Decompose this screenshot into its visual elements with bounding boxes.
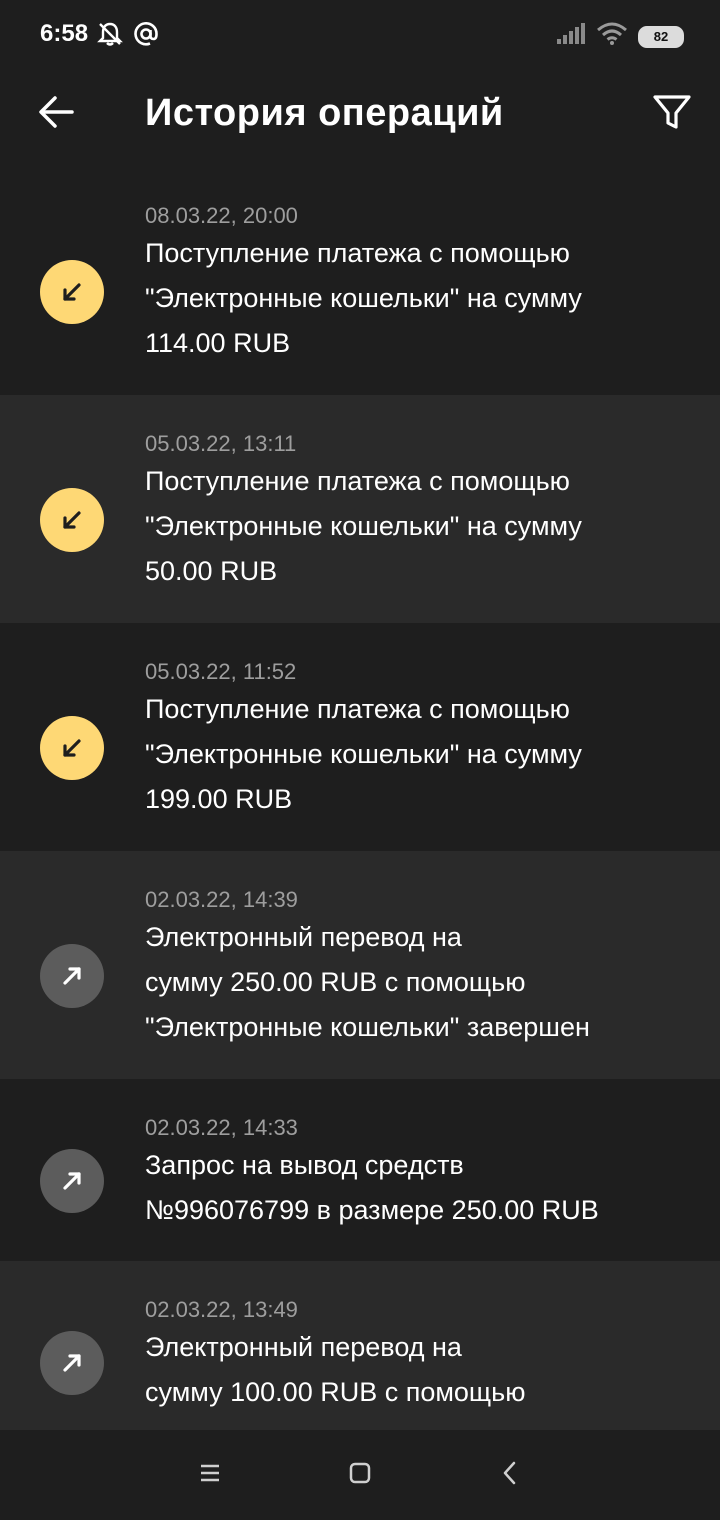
home-button[interactable] bbox=[342, 1458, 378, 1490]
operation-text: 02.03.22, 14:33 Запрос на вывод средств №9… bbox=[145, 1113, 690, 1233]
menu-icon bbox=[192, 1464, 228, 1494]
operation-description-line: Электронный перевод на bbox=[145, 1332, 462, 1362]
at-sign-icon bbox=[132, 20, 160, 53]
operation-description-line: "Электронные кошельки" на сумму bbox=[145, 739, 582, 769]
app-bar: История операций bbox=[0, 70, 720, 160]
arrow-down-left-icon bbox=[40, 487, 104, 552]
operation-description-line: 50.00 RUB bbox=[145, 556, 278, 586]
operation-row[interactable]: 05.03.22, 11:52 Поступление платежа с пом… bbox=[0, 623, 720, 851]
operation-description-line: Поступление платежа с помощью bbox=[145, 694, 570, 724]
nav-back-button[interactable] bbox=[492, 1458, 528, 1490]
arrow-down-left-icon bbox=[40, 715, 104, 780]
operation-description-line: Запрос на вывод средств bbox=[145, 1150, 464, 1180]
operation-date: 05.03.22, 11:52 bbox=[145, 659, 297, 684]
arrow-up-right-icon bbox=[40, 943, 104, 1008]
operation-date: 02.03.22, 14:39 bbox=[145, 887, 298, 912]
operation-description-line: сумму 250.00 RUB с помощью bbox=[145, 967, 526, 997]
operation-date: 05.03.22, 13:11 bbox=[145, 431, 297, 456]
operation-description-line: Поступление платежа с помощью bbox=[145, 238, 570, 268]
operation-date: 08.03.22, 20:00 bbox=[145, 203, 298, 228]
operation-description-line: "Электронные кошельки" на сумму bbox=[145, 283, 582, 313]
operation-description-line: 114.00 RUB bbox=[145, 328, 291, 358]
mute-alarm-icon bbox=[96, 20, 124, 53]
home-icon bbox=[342, 1462, 378, 1494]
operation-description-line: "Электронные кошельки" завершен bbox=[145, 1012, 590, 1042]
operation-description-line: "Электронные кошельки" на сумму bbox=[145, 511, 582, 541]
arrow-left-icon bbox=[36, 96, 76, 136]
operation-description-line: №996076799 в размере 250.00 RUB bbox=[145, 1195, 599, 1225]
operation-description-line: 199.00 RUB bbox=[145, 784, 293, 814]
operation-text: 05.03.22, 11:52 Поступление платежа с пом… bbox=[145, 657, 690, 822]
signal-icon bbox=[556, 23, 586, 50]
status-icons-left bbox=[96, 20, 160, 53]
operation-description-line: Поступление платежа с помощью bbox=[145, 466, 570, 496]
status-bar: 6:58 82 bbox=[0, 0, 720, 70]
operation-row[interactable]: 02.03.22, 14:33 Запрос на вывод средств №9… bbox=[0, 1079, 720, 1261]
operation-description-line: Электронный перевод на bbox=[145, 922, 462, 952]
operation-date: 02.03.22, 13:49 bbox=[145, 1297, 298, 1322]
arrow-up-right-icon bbox=[40, 1149, 104, 1213]
operations-list: 08.03.22, 20:00 Поступление платежа с пом… bbox=[0, 167, 720, 1431]
back-icon bbox=[492, 1461, 528, 1494]
operation-text: 02.03.22, 14:39 Электронный перевод на сум… bbox=[145, 885, 690, 1050]
recent-apps-button[interactable] bbox=[192, 1458, 228, 1490]
status-time: 6:58 bbox=[40, 20, 89, 47]
operation-text: 08.03.22, 20:00 Поступление платежа с пом… bbox=[145, 201, 690, 366]
operation-row[interactable]: 05.03.22, 13:11 Поступление платежа с пом… bbox=[0, 395, 720, 623]
wifi-icon bbox=[596, 22, 628, 51]
operation-text: 05.03.22, 13:11 Поступление платежа с пом… bbox=[145, 429, 690, 594]
filter-button[interactable] bbox=[652, 92, 692, 132]
operation-row[interactable]: 02.03.22, 13:49 Электронный перевод на сум… bbox=[0, 1261, 720, 1431]
page-title: История операций bbox=[145, 92, 504, 134]
navigation-bar bbox=[0, 1430, 720, 1520]
filter-icon bbox=[652, 95, 692, 136]
status-icons-right: 82 bbox=[556, 22, 684, 51]
operation-date: 02.03.22, 14:33 bbox=[145, 1115, 298, 1140]
back-button[interactable] bbox=[36, 92, 76, 132]
battery-indicator: 82 bbox=[638, 25, 684, 48]
battery-level: 82 bbox=[653, 29, 669, 44]
arrow-up-right-icon bbox=[40, 1331, 104, 1395]
operation-text: 02.03.22, 13:49 Электронный перевод на сум… bbox=[145, 1295, 690, 1415]
operation-description-line: сумму 100.00 RUB с помощью bbox=[145, 1377, 526, 1407]
arrow-down-left-icon bbox=[40, 259, 104, 324]
operation-row[interactable]: 08.03.22, 20:00 Поступление платежа с пом… bbox=[0, 167, 720, 395]
operation-row[interactable]: 02.03.22, 14:39 Электронный перевод на сум… bbox=[0, 851, 720, 1079]
